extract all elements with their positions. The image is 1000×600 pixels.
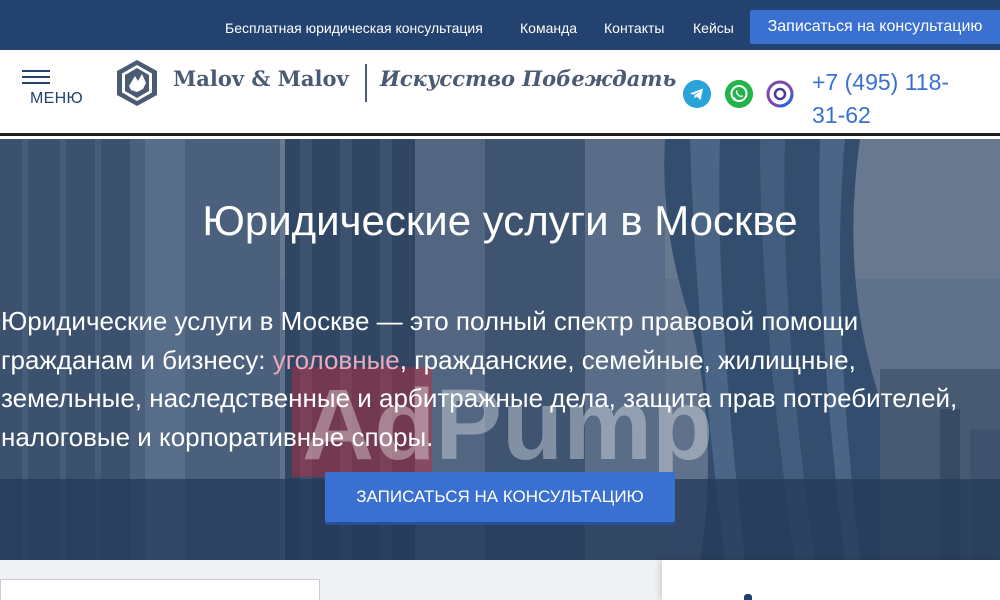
hero-title: Юридические услуги в Москве — [202, 197, 798, 244]
hero-description: Юридические услуги в Москве — это полный… — [1, 302, 996, 456]
menu-label: МЕНЮ — [30, 90, 83, 107]
team-link[interactable]: Команда — [520, 0, 577, 50]
contacts-link[interactable]: Контакты — [604, 0, 664, 50]
brand-name[interactable]: Malov & Malov — [173, 66, 349, 91]
telegram-icon[interactable] — [683, 80, 711, 108]
hero-section: AdPump Юридические услуги в Москве Юриди… — [0, 139, 1000, 560]
side-card — [662, 560, 1000, 600]
logo-icon[interactable] — [116, 59, 158, 107]
menu-button[interactable]: МЕНЮ — [20, 68, 84, 112]
phone-number[interactable]: +7 (495) 118-31-62 — [812, 66, 982, 132]
viber-icon[interactable] — [766, 80, 794, 108]
hero-consultation-button[interactable]: ЗАПИСАТЬСЯ НА КОНСУЛЬТАЦИЮ — [325, 472, 675, 522]
top-bar: Бесплатная юридическая консультация Кома… — [0, 0, 1000, 50]
whatsapp-icon[interactable] — [725, 80, 753, 108]
brand-divider — [365, 64, 367, 102]
side-card-marker — [744, 594, 752, 600]
criminal-cases-link[interactable]: уголовные — [273, 345, 400, 375]
form-card — [0, 579, 320, 600]
book-consultation-button[interactable]: Записаться на консультацию — [750, 10, 1000, 44]
cases-link[interactable]: Кейсы — [693, 0, 734, 50]
hamburger-icon — [22, 70, 50, 88]
free-consultation-link[interactable]: Бесплатная юридическая консультация — [225, 0, 483, 50]
brand-slogan: Искусство Побеждать — [380, 66, 677, 91]
content-section — [0, 560, 1000, 600]
site-header: МЕНЮ Malov & Malov Искусство Побеждать +… — [0, 50, 1000, 136]
